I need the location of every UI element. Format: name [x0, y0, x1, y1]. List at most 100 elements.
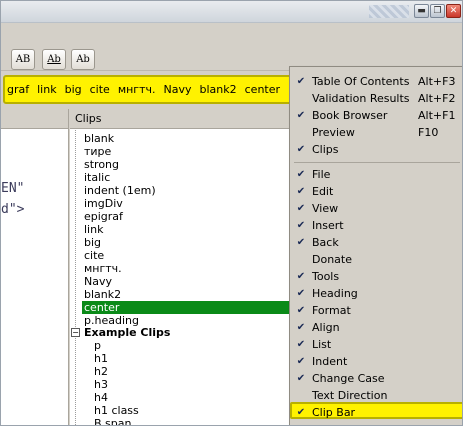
clip-button-cite[interactable]: cite — [86, 83, 114, 96]
clip-item[interactable]: тире — [84, 145, 111, 158]
clip-button-epigraf[interactable]: graf — [5, 83, 33, 96]
menu-item-shortcut: Alt+F3 — [418, 75, 456, 88]
title-case-button[interactable]: Ab — [71, 49, 95, 70]
code-line: d"> — [1, 202, 25, 217]
clip-item[interactable]: epigraf — [84, 210, 123, 223]
menu-item-book-browser[interactable]: ✔ Book Browser Alt+F1 — [290, 107, 462, 124]
check-icon: ✔ — [296, 356, 306, 367]
menu-item-label: View — [312, 202, 339, 215]
menu-item-label: Book Browser — [312, 109, 388, 122]
menu-item-list[interactable]: ✔ List — [290, 336, 462, 353]
clip-item[interactable]: blank2 — [84, 288, 121, 301]
maximize-icon[interactable]: ❐ — [430, 4, 445, 18]
title-bar: ▬ ❐ ✕ — [1, 1, 462, 23]
clip-subitem[interactable]: h2 — [94, 365, 108, 378]
tree-connector — [75, 130, 76, 425]
menu-item-label: Back — [312, 236, 339, 249]
title-bar-decoration — [369, 5, 409, 18]
check-icon: ✔ — [296, 110, 306, 121]
check-icon: ✔ — [296, 220, 306, 231]
menu-item-back[interactable]: ✔ Back — [290, 234, 462, 251]
clip-item[interactable]: мнгтч. — [84, 262, 122, 275]
clip-item[interactable]: big — [84, 236, 101, 249]
clip-subitem[interactable]: B span — [94, 417, 131, 425]
clip-button-mngtch[interactable]: мнгтч. — [114, 83, 160, 96]
clip-subitem[interactable]: h4 — [94, 391, 108, 404]
clip-item[interactable]: cite — [84, 249, 104, 262]
clip-item[interactable]: blank — [84, 132, 114, 145]
editor-pane-header — [1, 109, 68, 129]
menu-item-label: Clip Bar — [312, 406, 356, 419]
menu-item-label: Align — [312, 321, 340, 334]
menu-item-heading[interactable]: ✔ Heading — [290, 285, 462, 302]
check-icon: ✔ — [296, 305, 306, 316]
check-icon: ✔ — [296, 186, 306, 197]
menu-item-label: Format — [312, 304, 351, 317]
menu-item-label: Change Case — [312, 372, 385, 385]
menu-item-edit[interactable]: ✔ Edit — [290, 183, 462, 200]
menu-item-preview[interactable]: Preview F10 — [290, 124, 462, 141]
menu-item-shortcut: Alt+F1 — [418, 109, 456, 122]
menu-item-indent[interactable]: ✔ Indent — [290, 353, 462, 370]
check-icon: ✔ — [296, 339, 306, 350]
clip-subitem[interactable]: h1 class — [94, 404, 139, 417]
clips-tree: blank тире strong italic indent (1em) im… — [70, 130, 292, 425]
check-icon: ✔ — [296, 237, 306, 248]
clip-button-navy[interactable]: Navy — [160, 83, 196, 96]
menu-item-clips[interactable]: ✔ Clips — [290, 141, 462, 158]
menu-item-tools[interactable]: ✔ Tools — [290, 268, 462, 285]
menu-item-table-of-contents[interactable]: ✔ Table Of Contents Alt+F3 — [290, 73, 462, 90]
clips-panel: Clips blank тире strong italic indent (1… — [70, 109, 292, 425]
editor-pane[interactable]: EN" d"> — [1, 109, 69, 425]
clip-item-selected[interactable]: center — [82, 301, 292, 314]
clip-subitem[interactable]: p — [94, 339, 101, 352]
check-icon: ✔ — [296, 322, 306, 333]
clip-item[interactable]: imgDiv — [84, 197, 123, 210]
menu-item-change-case[interactable]: ✔ Change Case — [290, 370, 462, 387]
menu-item-label: Preview — [312, 126, 355, 139]
menu-item-label: Validation Results — [312, 92, 410, 105]
clip-bar: graf link big cite мнгтч. Navy blank2 center — [3, 75, 293, 104]
collapse-icon[interactable]: − — [71, 328, 80, 337]
clip-button-center[interactable]: center — [241, 83, 284, 96]
toolbar-context-menu: ✔ Table Of Contents Alt+F3 Validation Re… — [289, 66, 462, 425]
minimize-icon[interactable]: ▬ — [414, 4, 429, 18]
menu-item-label: Insert — [312, 219, 344, 232]
menu-item-label: Heading — [312, 287, 358, 300]
menu-item-validation-results[interactable]: Validation Results Alt+F2 — [290, 90, 462, 107]
menu-item-file[interactable]: ✔ File — [290, 166, 462, 183]
clip-subitem[interactable]: h3 — [94, 378, 108, 391]
check-icon: ✔ — [296, 373, 306, 384]
clip-item[interactable]: strong — [84, 158, 119, 171]
app-window: ▬ ❐ ✕ AB Ab Ab graf link big cite мнгтч. Navy… — [0, 0, 463, 426]
check-icon: ✔ — [296, 271, 306, 282]
menu-item-label: Donate — [312, 253, 352, 266]
menu-item-align[interactable]: ✔ Align — [290, 319, 462, 336]
code-line: EN" — [1, 181, 25, 196]
clip-subitem[interactable]: h1 — [94, 352, 108, 365]
menu-separator — [294, 162, 460, 163]
menu-item-label: Clips — [312, 143, 339, 156]
clip-item[interactable]: indent (1em) — [84, 184, 156, 197]
menu-item-clip-bar[interactable]: ✔ Clip Bar — [290, 402, 462, 419]
uppercase-button[interactable]: AB — [11, 49, 35, 70]
menu-item-label: Edit — [312, 185, 334, 198]
underline-case-button[interactable]: Ab — [42, 49, 66, 70]
menu-item-label: List — [312, 338, 332, 351]
check-icon: ✔ — [296, 407, 306, 418]
clip-button-big[interactable]: big — [61, 83, 86, 96]
menu-item-insert[interactable]: ✔ Insert — [290, 217, 462, 234]
menu-item-format[interactable]: ✔ Format — [290, 302, 462, 319]
menu-item-view[interactable]: ✔ View — [290, 200, 462, 217]
clip-button-link[interactable]: link — [33, 83, 60, 96]
clip-item[interactable]: italic — [84, 171, 110, 184]
check-icon: ✔ — [296, 169, 306, 180]
clip-item[interactable]: Navy — [84, 275, 112, 288]
clip-button-blank2[interactable]: blank2 — [196, 83, 241, 96]
clip-group-title[interactable]: Example Clips — [84, 326, 170, 339]
close-icon[interactable]: ✕ — [446, 4, 461, 18]
check-icon: ✔ — [296, 203, 306, 214]
menu-item-donate[interactable]: Donate — [290, 251, 462, 268]
check-icon: ✔ — [296, 76, 306, 87]
clip-item[interactable]: link — [84, 223, 103, 236]
